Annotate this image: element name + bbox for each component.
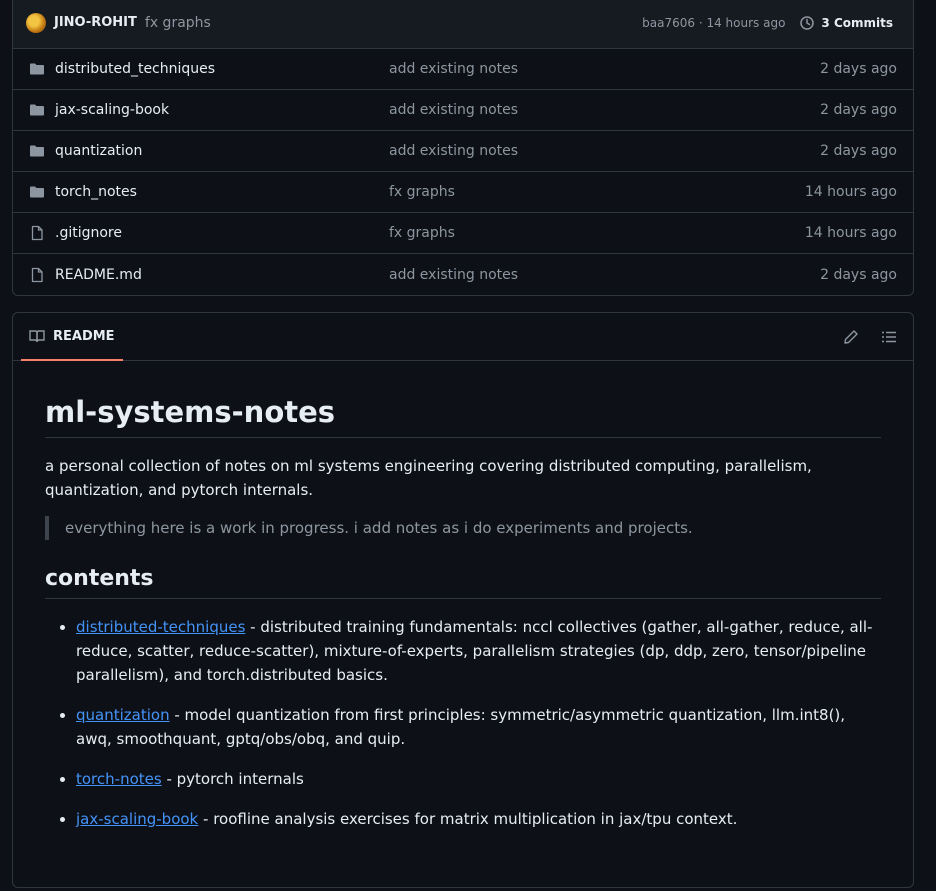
commit-hash-time[interactable]: baa7606 · 14 hours ago xyxy=(642,16,785,30)
file-commit-message[interactable]: add existing notes xyxy=(389,143,820,159)
contents-description: - pytorch internals xyxy=(161,770,304,788)
readme-tab-label: README xyxy=(53,328,115,344)
book-icon xyxy=(29,330,45,343)
folder-icon xyxy=(29,102,47,118)
commit-message[interactable]: fx graphs xyxy=(145,15,211,31)
file-row[interactable]: jax-scaling-book add existing notes 2 days… xyxy=(13,90,913,131)
commits-count: 3 Commits xyxy=(821,15,893,30)
file-commit-time: 2 days ago xyxy=(820,102,897,118)
file-icon xyxy=(29,267,47,283)
readme-intro: a personal collection of notes on ml sys… xyxy=(45,457,812,499)
file-commit-message[interactable]: fx graphs xyxy=(389,225,805,241)
contents-link[interactable]: torch-notes xyxy=(76,770,162,788)
file-row[interactable]: README.md add existing notes 2 days ago xyxy=(13,254,913,295)
file-commit-time: 2 days ago xyxy=(820,266,897,283)
file-name[interactable]: distributed_techniques xyxy=(55,61,389,77)
file-row[interactable]: quantization add existing notes 2 days ago xyxy=(13,131,913,172)
file-icon xyxy=(29,225,47,241)
file-row[interactable]: .gitignore fx graphs 14 hours ago xyxy=(13,213,913,254)
folder-icon xyxy=(29,143,47,159)
contents-link[interactable]: distributed-techniques xyxy=(76,618,245,636)
file-commit-time: 14 hours ago xyxy=(804,225,897,241)
file-row[interactable]: distributed_techniques add existing notes… xyxy=(13,49,913,90)
file-row[interactable]: torch_notes fx graphs 14 hours ago xyxy=(13,172,913,213)
pencil-icon[interactable] xyxy=(843,329,859,345)
avatar[interactable] xyxy=(26,12,46,33)
tab-readme[interactable]: README xyxy=(21,313,123,361)
file-name[interactable]: README.md xyxy=(55,267,389,283)
outline-list-icon[interactable] xyxy=(881,329,897,345)
readme-title: ml-systems-notes xyxy=(45,395,881,438)
readme-panel: README ml-systems-notes a personal colle… xyxy=(12,312,914,888)
folder-icon xyxy=(29,184,47,200)
commit-author[interactable]: JINO-ROHIT xyxy=(54,15,137,30)
file-list: distributed_techniques add existing notes… xyxy=(13,49,913,295)
contents-description: - model quantization from first principl… xyxy=(76,706,846,748)
file-commit-message[interactable]: fx graphs xyxy=(389,184,805,200)
contents-link[interactable]: jax-scaling-book xyxy=(76,810,198,828)
readme-blockquote: everything here is a work in progress. i… xyxy=(45,516,881,540)
file-name[interactable]: .gitignore xyxy=(55,225,389,241)
latest-commit-bar: JINO-ROHIT fx graphs baa7606 · 14 hours … xyxy=(13,0,913,49)
readme-header: README xyxy=(13,313,913,361)
file-commit-message[interactable]: add existing notes xyxy=(389,61,820,77)
file-browser: JINO-ROHIT fx graphs baa7606 · 14 hours … xyxy=(12,0,914,296)
readme-content: ml-systems-notes a personal collection o… xyxy=(13,395,913,831)
contents-item: jax-scaling-book - roofline analysis exe… xyxy=(76,807,881,831)
file-name[interactable]: quantization xyxy=(55,143,389,159)
contents-link[interactable]: quantization xyxy=(76,706,170,724)
file-name[interactable]: torch_notes xyxy=(55,184,389,200)
contents-item: quantization - model quantization from f… xyxy=(76,703,881,751)
contents-item: torch-notes - pytorch internals xyxy=(76,767,881,791)
file-commit-time: 2 days ago xyxy=(820,61,897,77)
contents-heading: contents xyxy=(45,566,881,599)
file-commit-time: 2 days ago xyxy=(820,143,897,159)
folder-icon xyxy=(29,61,47,77)
history-icon xyxy=(800,15,815,30)
contents-description: - roofline analysis exercises for matrix… xyxy=(198,810,738,828)
file-commit-time: 14 hours ago xyxy=(804,184,897,200)
file-commit-message[interactable]: add existing notes xyxy=(389,102,820,118)
contents-list: distributed-techniques - distributed tra… xyxy=(45,615,881,831)
commits-link[interactable]: 3 Commits xyxy=(799,15,893,31)
file-commit-message[interactable]: add existing notes xyxy=(389,267,820,283)
contents-item: distributed-techniques - distributed tra… xyxy=(76,615,881,687)
file-name[interactable]: jax-scaling-book xyxy=(55,102,389,118)
